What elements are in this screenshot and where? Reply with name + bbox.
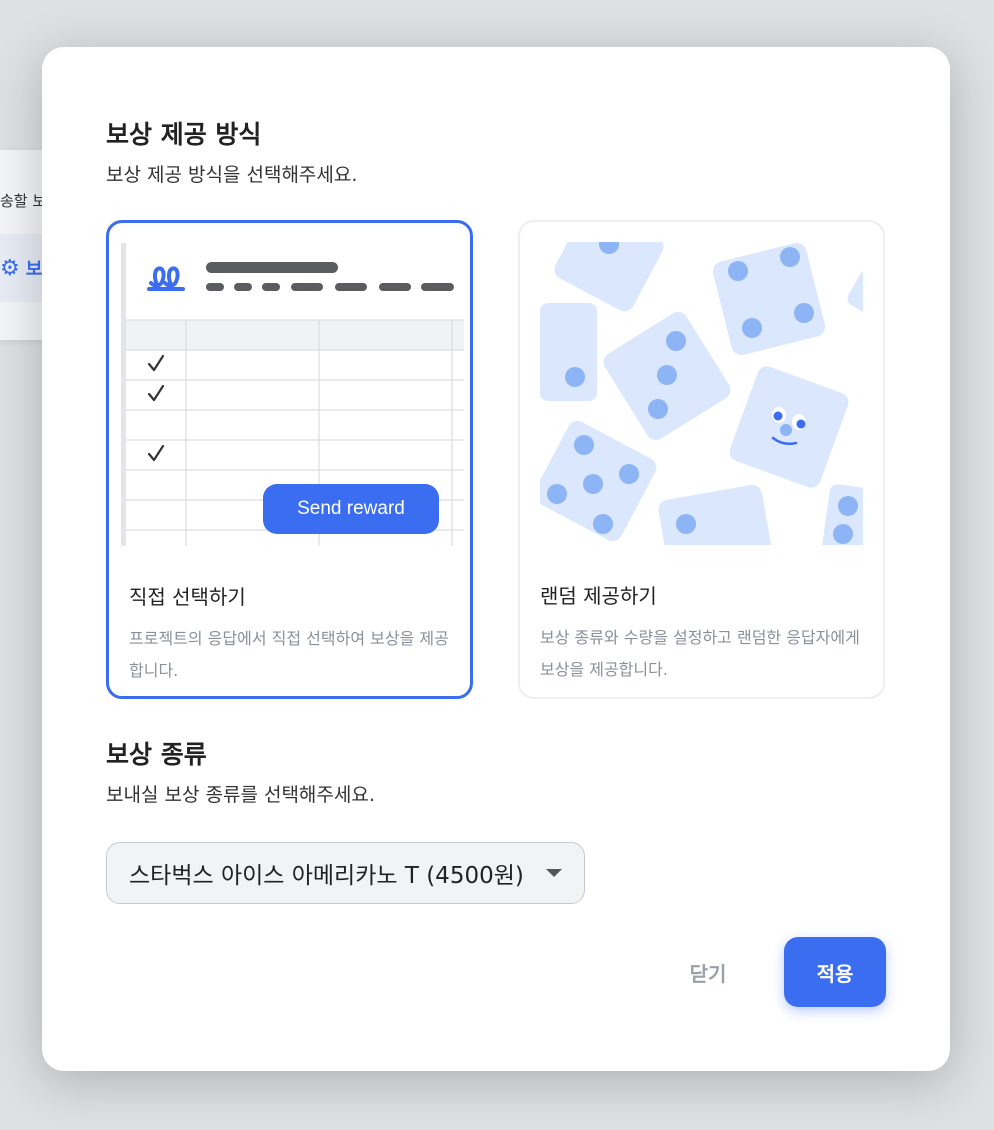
spreadsheet-illustration: Send reward [121, 243, 464, 546]
direct-select-card[interactable]: Send reward 직접 선택하기 프로젝트의 응답에서 직접 선택하여 보… [106, 220, 473, 699]
card-title: 직접 선택하기 [129, 585, 246, 609]
reward-type-select[interactable]: 스타벅스 아이스 아메리카노 T (4500원) [106, 842, 585, 904]
type-subtitle: 보내실 보상 종류를 선택해주세요. [106, 784, 375, 806]
apply-button[interactable]: 적용 [784, 937, 886, 1007]
reward-modal: 보상 제공 방식 보상 제공 방식을 선택해주세요. Send reward 직… [42, 47, 950, 1071]
type-title: 보상 종류 [106, 740, 207, 769]
card-description: 프로젝트의 응답에서 직접 선택하여 보상을 제공합니다. [129, 629, 449, 680]
method-title: 보상 제공 방식 [106, 120, 262, 149]
reward-select-value: 스타벅스 아이스 아메리카노 T (4500원) [129, 863, 524, 889]
send-reward-button-illustration: Send reward [297, 498, 405, 519]
dice-illustration [540, 242, 863, 545]
random-select-card[interactable]: 랜덤 제공하기 보상 종류와 수량을 설정하고 랜덤한 응답자에게 보상을 제공… [518, 220, 885, 699]
card-title: 랜덤 제공하기 [540, 584, 657, 608]
close-button[interactable]: 닫기 [664, 937, 752, 1007]
logo-icon [147, 266, 185, 291]
method-subtitle: 보상 제공 방식을 선택해주세요. [106, 164, 358, 186]
chevron-down-icon [546, 869, 562, 877]
card-description: 보상 종류와 수량을 설정하고 랜덤한 응답자에게 보상을 제공합니다. [540, 628, 860, 679]
gear-icon: ⚙ [0, 255, 20, 281]
background-item-label: 보 [25, 259, 43, 280]
